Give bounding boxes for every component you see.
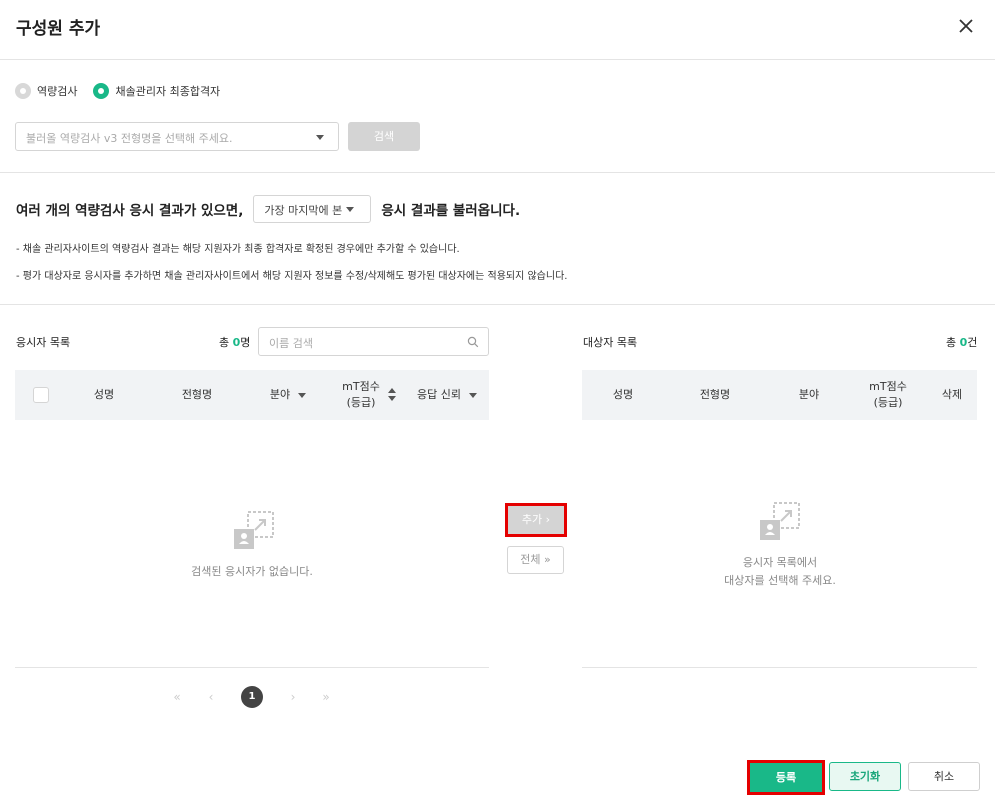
last-page-icon[interactable]: » xyxy=(315,686,337,708)
caret-down-icon xyxy=(316,135,324,140)
sort-icon xyxy=(387,388,396,402)
reset-button[interactable]: 초기화 xyxy=(829,762,901,791)
chevron-right-icon: › xyxy=(545,513,551,526)
divider xyxy=(582,667,977,668)
no-target-icon xyxy=(759,502,801,544)
radio-label: 역량검사 xyxy=(37,85,78,98)
first-page-icon[interactable]: « xyxy=(166,686,188,708)
applicant-count: 총 0명 xyxy=(219,336,251,349)
col-stage: 전형명 xyxy=(699,388,731,401)
col-field: 분야 xyxy=(798,388,820,401)
double-chevron-right-icon: » xyxy=(544,553,551,566)
note-1: - 채솔 관리자사이트의 역량검사 결과는 해당 지원자가 최종 합격자로 확정… xyxy=(16,244,460,255)
radio-label: 채솔관리자 최종합격자 xyxy=(115,85,221,98)
load-prefix: 여러 개의 역량검사 응시 결과가 있으면, xyxy=(16,203,244,219)
col-score[interactable]: mT점수 (등급) xyxy=(333,370,405,420)
col-name: 성명 xyxy=(93,388,115,401)
result-order-select[interactable]: 가장 마지막에 본 xyxy=(253,195,372,223)
register-button[interactable]: 등록 xyxy=(747,760,825,795)
col-score: mT점수 (등급) xyxy=(869,380,907,409)
col-delete: 삭제 xyxy=(941,388,963,401)
search-button[interactable]: 검색 xyxy=(348,122,420,151)
radio-on-icon xyxy=(93,83,110,99)
load-suffix: 응시 결과를 불러옵니다. xyxy=(381,203,521,219)
target-list-title: 대상자 목록 xyxy=(583,336,638,349)
load-setting-row: 여러 개의 역량검사 응시 결과가 있으면, 가장 마지막에 본 응시 결과를 … xyxy=(16,194,520,224)
cancel-button[interactable]: 취소 xyxy=(908,762,980,791)
close-icon[interactable] xyxy=(954,14,978,38)
radio-off-icon xyxy=(15,83,31,99)
applicant-table-header: 성명 전형명 분야 mT점수 (등급) 응답 신뢰 xyxy=(15,370,489,420)
divider xyxy=(15,667,489,668)
target-count: 총 0건 xyxy=(946,336,978,349)
radio-final-passers[interactable]: 채솔관리자 최종합격자 xyxy=(93,83,220,99)
note-2: - 평가 대상자로 응시자를 추가하면 채솔 관리자사이트에서 해당 지원자 정… xyxy=(16,271,568,282)
name-search-input[interactable]: 이름 검색 xyxy=(258,327,489,356)
select-all-checkbox[interactable] xyxy=(33,387,49,403)
caret-down-icon xyxy=(346,207,355,212)
source-radio-group: 역량검사 채솔관리자 최종합격자 xyxy=(15,82,236,100)
dialog-title: 구성원 추가 xyxy=(16,19,101,39)
target-table-header: 성명 전형명 분야 mT점수 (등급) 삭제 xyxy=(582,370,977,420)
search-icon[interactable] xyxy=(467,336,479,348)
target-empty-text: 응시자 목록에서 대상자를 선택해 주세요. xyxy=(724,556,836,587)
no-applicant-icon xyxy=(233,511,275,553)
applicant-list-title: 응시자 목록 xyxy=(16,336,71,349)
exam-select[interactable]: 불러올 역량검사 v3 전형명을 선택해 주세요. xyxy=(15,122,339,151)
caret-down-icon xyxy=(468,392,477,398)
add-button[interactable]: 추가 › xyxy=(505,503,567,537)
col-name: 성명 xyxy=(612,388,634,401)
exam-select-placeholder: 불러올 역량검사 v3 전형명을 선택해 주세요. xyxy=(26,132,233,145)
col-stage: 전형명 xyxy=(181,388,213,401)
name-search-placeholder: 이름 검색 xyxy=(269,337,313,350)
next-page-icon[interactable]: › xyxy=(282,686,304,708)
radio-competency-test[interactable]: 역량검사 xyxy=(15,83,77,99)
dialog-header: 구성원 추가 xyxy=(0,0,995,60)
caret-down-icon xyxy=(298,392,307,398)
result-order-value: 가장 마지막에 본 xyxy=(264,204,343,217)
prev-page-icon[interactable]: ‹ xyxy=(200,686,222,708)
divider xyxy=(0,304,995,305)
divider xyxy=(0,172,995,173)
page-current[interactable]: 1 xyxy=(241,686,263,708)
add-all-button[interactable]: 전체 » xyxy=(507,546,564,574)
col-field[interactable]: 분야 xyxy=(263,370,313,420)
col-trust[interactable]: 응답 신뢰 xyxy=(413,370,481,420)
applicant-empty-text: 검색된 응시자가 없습니다. xyxy=(191,565,313,578)
